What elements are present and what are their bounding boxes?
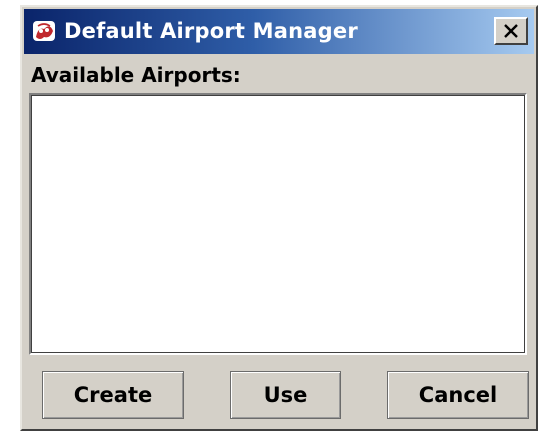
create-button[interactable]: Create: [42, 371, 184, 419]
window-title: Default Airport Manager: [64, 19, 358, 43]
close-icon: [504, 24, 518, 38]
airport-manager-dialog: Default Airport Manager Available Airpor…: [20, 5, 538, 431]
title-bar[interactable]: Default Airport Manager: [24, 9, 534, 54]
airports-list[interactable]: [29, 93, 527, 355]
available-airports-label: Available Airports:: [31, 63, 241, 87]
cancel-button[interactable]: Cancel: [387, 371, 529, 419]
close-button[interactable]: [494, 17, 528, 45]
use-button[interactable]: Use: [230, 371, 341, 419]
app-icon: [30, 17, 58, 45]
